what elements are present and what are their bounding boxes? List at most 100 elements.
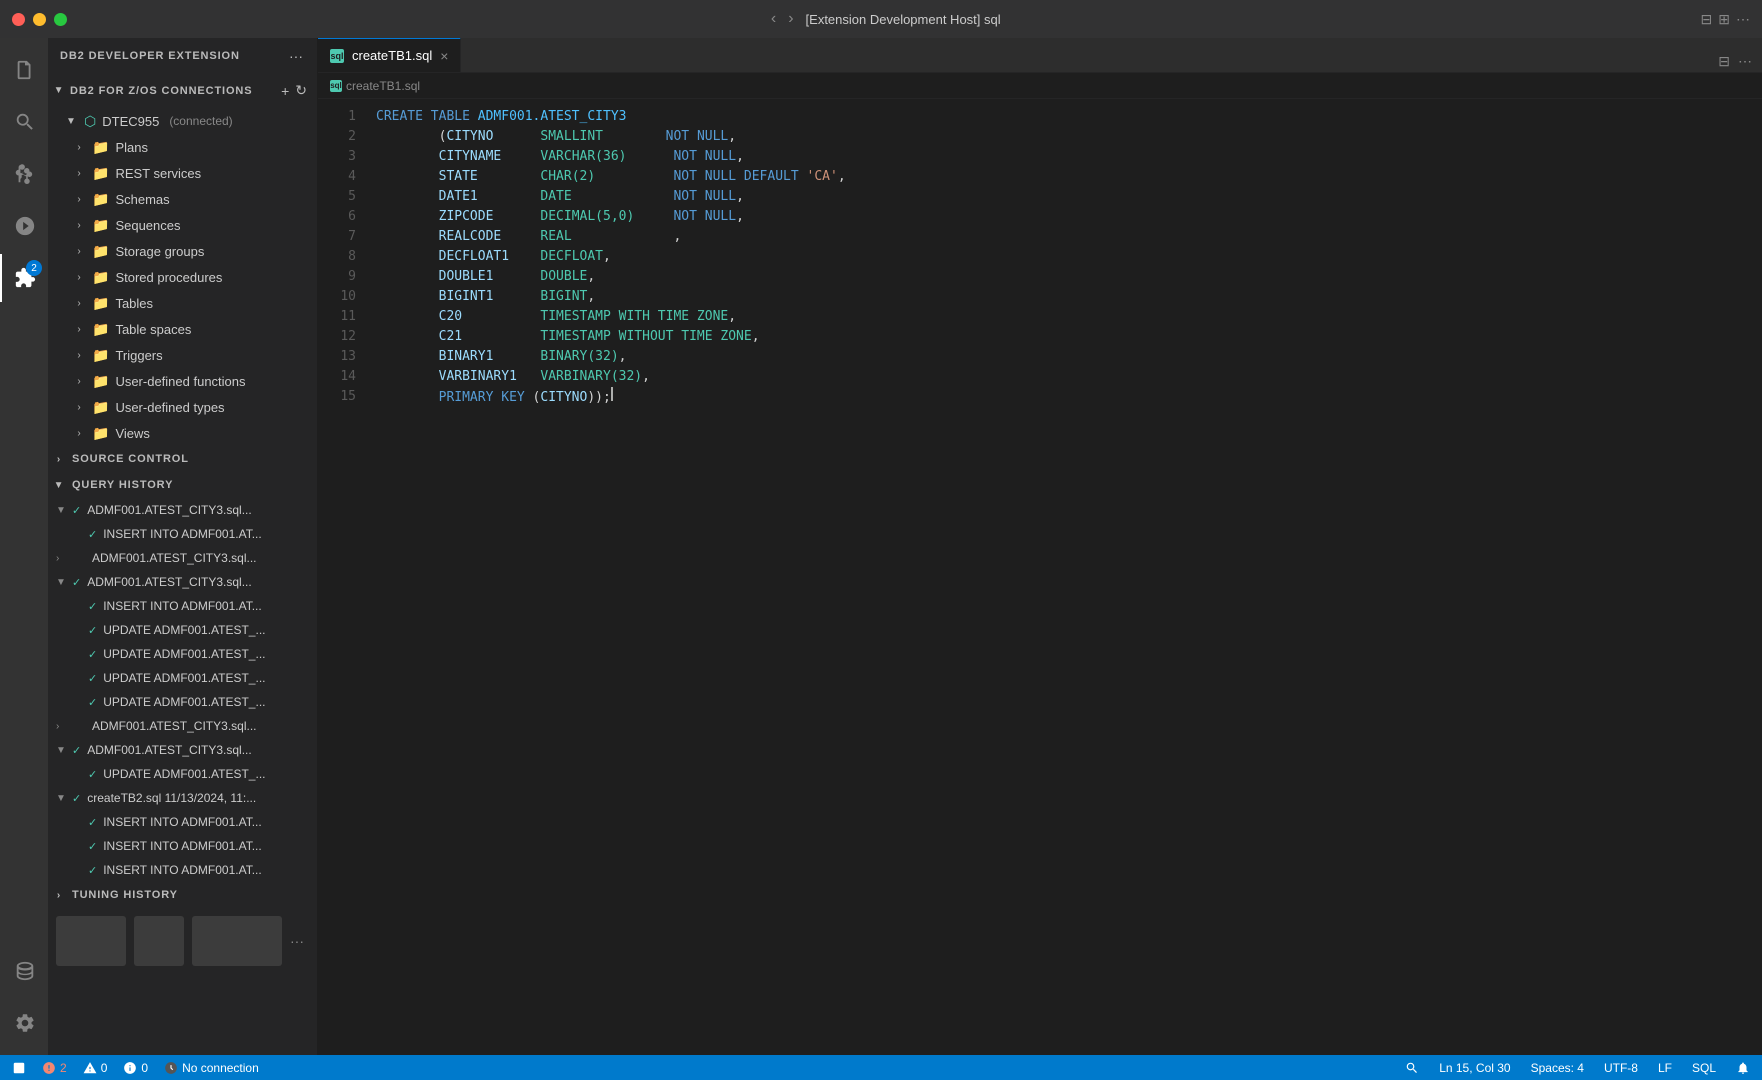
token (478, 189, 541, 204)
query-history-item-4[interactable]: ✓INSERT INTO ADMF001.AT... (48, 594, 317, 618)
status-info[interactable]: 0 (119, 1055, 152, 1080)
query-history-item-8[interactable]: ✓UPDATE ADMF001.ATEST_... (48, 690, 317, 714)
status-remote[interactable] (8, 1055, 30, 1080)
token: DECFLOAT1 (439, 249, 509, 264)
activity-settings[interactable] (0, 999, 48, 1047)
query-history-item-9[interactable]: ›ADMF001.ATEST_CITY3.sql... (48, 714, 317, 738)
tree-item-tables[interactable]: › 📁 Tables (48, 290, 317, 316)
qh-item-label: UPDATE ADMF001.ATEST_... (103, 671, 265, 685)
query-history-item-10[interactable]: ▼✓ADMF001.ATEST_CITY3.sql... (48, 738, 317, 762)
split-editor-right-btn[interactable]: ⊟ (1716, 51, 1732, 72)
query-history-item-5[interactable]: ✓UPDATE ADMF001.ATEST_... (48, 618, 317, 642)
qh-check-icon: ✓ (88, 768, 97, 781)
tree-item-storage-groups[interactable]: › 📁 Storage groups (48, 238, 317, 264)
tree-item-udt[interactable]: › 📁 User-defined types (48, 394, 317, 420)
activity-source-control[interactable] (0, 150, 48, 198)
query-history-item-0[interactable]: ▼✓ADMF001.ATEST_CITY3.sql... (48, 498, 317, 522)
activity-run-debug[interactable] (0, 202, 48, 250)
tree-item-views[interactable]: › 📁 Views (48, 420, 317, 446)
split-editor-button[interactable]: ⊟ (1701, 11, 1713, 28)
query-history-list: ▼✓ADMF001.ATEST_CITY3.sql...✓INSERT INTO… (48, 498, 317, 882)
token (517, 369, 540, 384)
query-history-item-1[interactable]: ✓INSERT INTO ADMF001.AT... (48, 522, 317, 546)
tuning-history-header[interactable]: › TUNING HISTORY (48, 882, 317, 908)
code-line-8: DECFLOAT1 DECFLOAT, (376, 247, 1754, 267)
qh-item-chevron: › (56, 721, 66, 732)
tree-item-stored-procedures[interactable]: › 📁 Stored procedures (48, 264, 317, 290)
activity-extensions[interactable]: 2 (0, 254, 48, 302)
activity-search[interactable] (0, 98, 48, 146)
query-history-item-13[interactable]: ✓INSERT INTO ADMF001.AT... (48, 810, 317, 834)
folder-icon-sequences: 📁 (92, 217, 109, 234)
tree-item-sequences[interactable]: › 📁 Sequences (48, 212, 317, 238)
sidebar-more-btn[interactable]: ··· (287, 46, 305, 66)
layout-button[interactable]: ⊞ (1718, 11, 1730, 28)
tree-item-schemas[interactable]: › 📁 Schemas (48, 186, 317, 212)
breadcrumb: sql createTB1.sql (318, 73, 1762, 99)
stored-procedures-chevron: › (72, 272, 86, 283)
folder-icon-schemas: 📁 (92, 191, 109, 208)
cursor (611, 387, 613, 401)
status-connection[interactable]: No connection (160, 1055, 263, 1080)
tablespaces-chevron: › (72, 324, 86, 335)
tab-bar: sql createTB1.sql × ⊟ ⋯ (318, 38, 1762, 73)
qh-item-label: INSERT INTO ADMF001.AT... (103, 527, 262, 541)
query-history-item-15[interactable]: ✓INSERT INTO ADMF001.AT... (48, 858, 317, 882)
more-button[interactable]: ⋯ (1736, 11, 1750, 28)
sidebar-content[interactable]: ▼ DB2 FOR Z/OS CONNECTIONS + ↻ ▼ ⬡ DTEC9… (48, 73, 317, 1055)
close-button[interactable] (12, 13, 25, 26)
qh-item-label: UPDATE ADMF001.ATEST_... (103, 767, 265, 781)
tree-item-plans[interactable]: › 📁 Plans (48, 134, 317, 160)
source-control-label: SOURCE CONTROL (72, 453, 189, 465)
query-history-item-2[interactable]: ›ADMF001.ATEST_CITY3.sql... (48, 546, 317, 570)
query-history-item-12[interactable]: ▼✓createTB2.sql 11/13/2024, 11:... (48, 786, 317, 810)
nav-forward-button[interactable]: › (784, 8, 797, 30)
connections-section-header[interactable]: ▼ DB2 FOR Z/OS CONNECTIONS + ↻ (48, 73, 317, 108)
tree-item-plans-label: Plans (115, 140, 148, 155)
activity-explorer[interactable] (0, 46, 48, 94)
thumbnails-more-btn[interactable]: ··· (290, 933, 304, 949)
qh-item-label: UPDATE ADMF001.ATEST_... (103, 695, 265, 709)
maximize-button[interactable] (54, 13, 67, 26)
token: VARBINARY(32) (540, 369, 642, 384)
status-line-ending[interactable]: LF (1654, 1055, 1676, 1080)
activity-db2[interactable] (0, 947, 48, 995)
query-history-item-11[interactable]: ✓ UPDATE ADMF001.ATEST_... (48, 762, 317, 786)
tree-item-triggers[interactable]: › 📁 Triggers (48, 342, 317, 368)
nav-back-button[interactable]: ‹ (767, 8, 780, 30)
token (493, 289, 540, 304)
tab-createtb1[interactable]: sql createTB1.sql × (318, 38, 461, 72)
tab-close-btn[interactable]: × (440, 48, 448, 64)
tree-item-dtec955[interactable]: ▼ ⬡ DTEC955 (connected) (48, 108, 317, 134)
tree-item-table-spaces[interactable]: › 📁 Table spaces (48, 316, 317, 342)
tree-item-ts-label: Table spaces (115, 322, 191, 337)
add-connection-btn[interactable]: + (279, 80, 291, 101)
query-history-header[interactable]: ▼ QUERY HISTORY (48, 472, 317, 498)
tree-item-rest-services[interactable]: › 📁 REST services (48, 160, 317, 186)
query-history-item-7[interactable]: ✓UPDATE ADMF001.ATEST_... (48, 666, 317, 690)
status-bell[interactable] (1732, 1055, 1754, 1080)
query-history-item-14[interactable]: ✓INSERT INTO ADMF001.AT... (48, 834, 317, 858)
token: DOUBLE1 (439, 269, 494, 284)
qh-check-icon: ✓ (88, 816, 97, 829)
tree-item-udf[interactable]: › 📁 User-defined functions (48, 368, 317, 394)
status-encoding[interactable]: UTF-8 (1600, 1055, 1642, 1080)
more-tabs-btn[interactable]: ⋯ (1736, 51, 1754, 72)
token: ( (525, 390, 541, 405)
connection-status-icon (164, 1061, 178, 1075)
refresh-connections-btn[interactable]: ↻ (293, 80, 309, 101)
status-errors[interactable]: 2 (38, 1055, 71, 1080)
status-language[interactable]: SQL (1688, 1055, 1720, 1080)
query-history-item-6[interactable]: ✓UPDATE ADMF001.ATEST_... (48, 642, 317, 666)
language-label: SQL (1692, 1061, 1716, 1075)
status-warnings[interactable]: 0 (79, 1055, 112, 1080)
source-control-header[interactable]: › SOURCE CONTROL (48, 446, 317, 472)
minimize-button[interactable] (33, 13, 46, 26)
status-spaces[interactable]: Spaces: 4 (1527, 1055, 1588, 1080)
code-editor[interactable]: 123456789101112131415 CREATE TABLE ADMF0… (318, 99, 1762, 1055)
code-content[interactable]: CREATE TABLE ADMF001.ATEST_CITY3 (CITYNO… (368, 99, 1762, 1055)
token: , (642, 369, 650, 384)
status-position[interactable]: Ln 15, Col 30 (1435, 1055, 1514, 1080)
query-history-item-3[interactable]: ▼✓ADMF001.ATEST_CITY3.sql... (48, 570, 317, 594)
status-magnify[interactable] (1401, 1055, 1423, 1080)
